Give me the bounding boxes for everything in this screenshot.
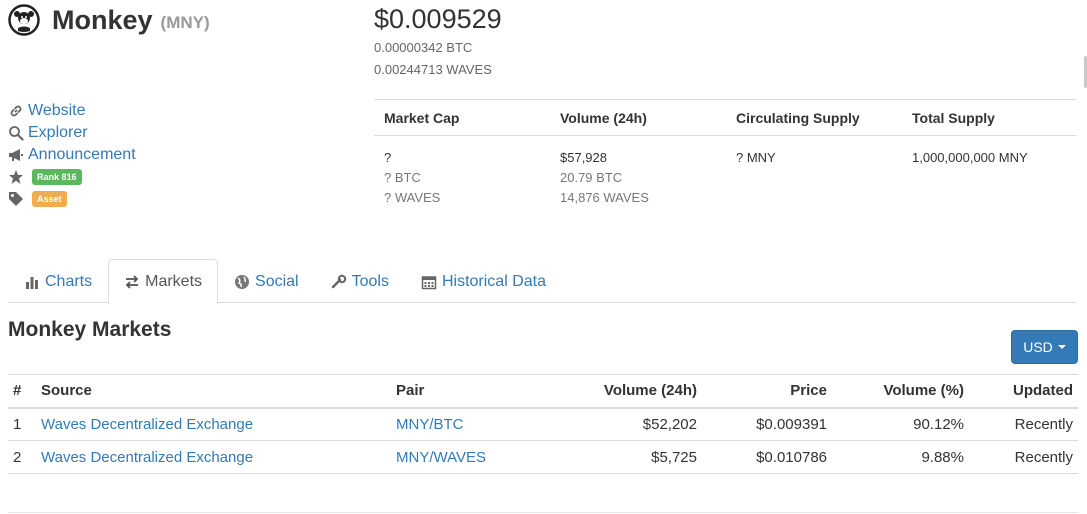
price-btc: 0.00000342 BTC (374, 40, 473, 55)
search-icon (9, 126, 24, 141)
tab-social[interactable]: Social (218, 259, 315, 303)
bullhorn-icon (9, 149, 23, 161)
market-updated: Recently (969, 407, 1078, 441)
volume-values: $57,928 20.79 BTC 14,876 WAVES (550, 148, 726, 208)
tab-charts[interactable]: Charts (8, 259, 108, 303)
markets-title: Monkey Markets (8, 318, 172, 341)
explorer-link[interactable]: Explorer (28, 124, 88, 142)
market-price: $0.009391 (702, 407, 832, 441)
stats-header-volume: Volume (24h) (560, 109, 647, 126)
market-volume-pct: 90.12% (832, 407, 969, 441)
tab-social-label: Social (255, 272, 299, 290)
price-usd: $0.009529 (374, 4, 502, 34)
markets-table: # Source Pair Volume (24h) Price Volume … (8, 374, 1078, 474)
stats-header-market-cap: Market Cap (384, 109, 460, 126)
table-row: 1 Waves Decentralized Exchange MNY/BTC $… (8, 407, 1078, 441)
col-pair[interactable]: Pair (391, 374, 561, 409)
currency-label: USD (1023, 339, 1053, 355)
tag-icon (9, 192, 23, 206)
asset-badge: Asset (32, 191, 67, 207)
market-price: $0.010786 (702, 440, 832, 474)
row-number: 2 (8, 440, 36, 474)
stats-header-circulating: Circulating Supply (736, 109, 860, 126)
stats-header-row: Market Cap Volume (24h) Circulating Supp… (374, 99, 1077, 136)
calendar-icon (421, 275, 437, 289)
caret-down-icon (1057, 345, 1066, 349)
market-cap-btc: ? BTC (384, 170, 421, 185)
market-volume: $52,202 (561, 407, 702, 441)
stats-header-total: Total Supply (912, 109, 995, 126)
website-link-row: Website (8, 100, 136, 122)
total-values: 1,000,000,000 MNY (902, 148, 1077, 208)
col-source[interactable]: Source (36, 374, 391, 409)
markets-header-row: # Source Pair Volume (24h) Price Volume … (8, 374, 1078, 409)
wrench-icon (331, 274, 346, 288)
col-number[interactable]: # (8, 374, 36, 409)
monkey-logo-icon (8, 4, 40, 36)
volume-btc: 20.79 BTC (560, 170, 623, 185)
currency-dropdown-button[interactable]: USD (1011, 330, 1078, 364)
price-waves: 0.00244713 WAVES (374, 62, 492, 77)
coin-page: Monkey (MNY) Website Explorer Announceme… (0, 0, 1087, 514)
market-pair-link[interactable]: MNY/BTC (396, 416, 464, 433)
exchange-arrows-icon (125, 275, 139, 289)
tag-row: Asset (8, 188, 136, 210)
market-source-link[interactable]: Waves Decentralized Exchange (41, 449, 253, 466)
announcement-link-row: Announcement (8, 144, 136, 166)
col-updated[interactable]: Updated (969, 374, 1078, 409)
tab-markets[interactable]: Markets (108, 259, 219, 304)
market-volume: $5,725 (561, 440, 702, 474)
explorer-link-row: Explorer (8, 122, 136, 144)
rank-badge: Rank 816 (32, 169, 82, 185)
market-pair-link[interactable]: MNY/WAVES (396, 449, 486, 466)
link-icon (10, 105, 22, 117)
circulating-values: ? MNY (726, 148, 902, 208)
coin-header: Monkey (MNY) (8, 4, 210, 36)
market-updated: Recently (969, 440, 1078, 474)
market-cap-usd: ? (384, 150, 392, 165)
tab-charts-label: Charts (45, 272, 93, 290)
stats-body-row: ? ? BTC ? WAVES $57,928 20.79 BTC 14,876… (374, 136, 1077, 208)
col-volume[interactable]: Volume (24h) (561, 374, 702, 409)
market-cap-values: ? ? BTC ? WAVES (374, 148, 550, 208)
col-volume-pct[interactable]: Volume (%) (832, 374, 969, 409)
tab-historical-data[interactable]: Historical Data (405, 259, 562, 303)
globe-icon (235, 274, 250, 289)
website-link[interactable]: Website (28, 102, 86, 120)
coin-symbol: (MNY) (160, 13, 210, 32)
market-source-link[interactable]: Waves Decentralized Exchange (41, 416, 253, 433)
tab-markets-label: Markets (145, 273, 203, 290)
col-price[interactable]: Price (702, 374, 832, 409)
total-supply: 1,000,000,000 MNY (912, 150, 1028, 165)
coin-tabs: Charts Markets Social Tools Historical D… (8, 259, 1077, 304)
tab-tools[interactable]: Tools (315, 259, 405, 303)
circulating-supply: ? MNY (736, 150, 776, 165)
row-number: 1 (8, 407, 36, 441)
star-icon (9, 170, 23, 184)
table-row: 2 Waves Decentralized Exchange MNY/WAVES… (8, 440, 1078, 474)
coin-stats-table: Market Cap Volume (24h) Circulating Supp… (374, 99, 1077, 208)
tab-historical-label: Historical Data (441, 272, 546, 290)
rank-row: Rank 816 (8, 166, 136, 188)
market-cap-waves: ? WAVES (384, 190, 441, 205)
bottom-divider (8, 512, 1078, 513)
bar-chart-icon (26, 276, 38, 289)
coin-links: Website Explorer Announcement Rank 816 A… (8, 100, 136, 210)
coin-name: Monkey (52, 4, 153, 35)
volume-waves: 14,876 WAVES (560, 190, 649, 205)
market-volume-pct: 9.88% (832, 440, 969, 474)
tab-tools-label: Tools (351, 272, 389, 290)
announcement-link[interactable]: Announcement (28, 146, 136, 164)
volume-usd: $57,928 (560, 150, 607, 165)
